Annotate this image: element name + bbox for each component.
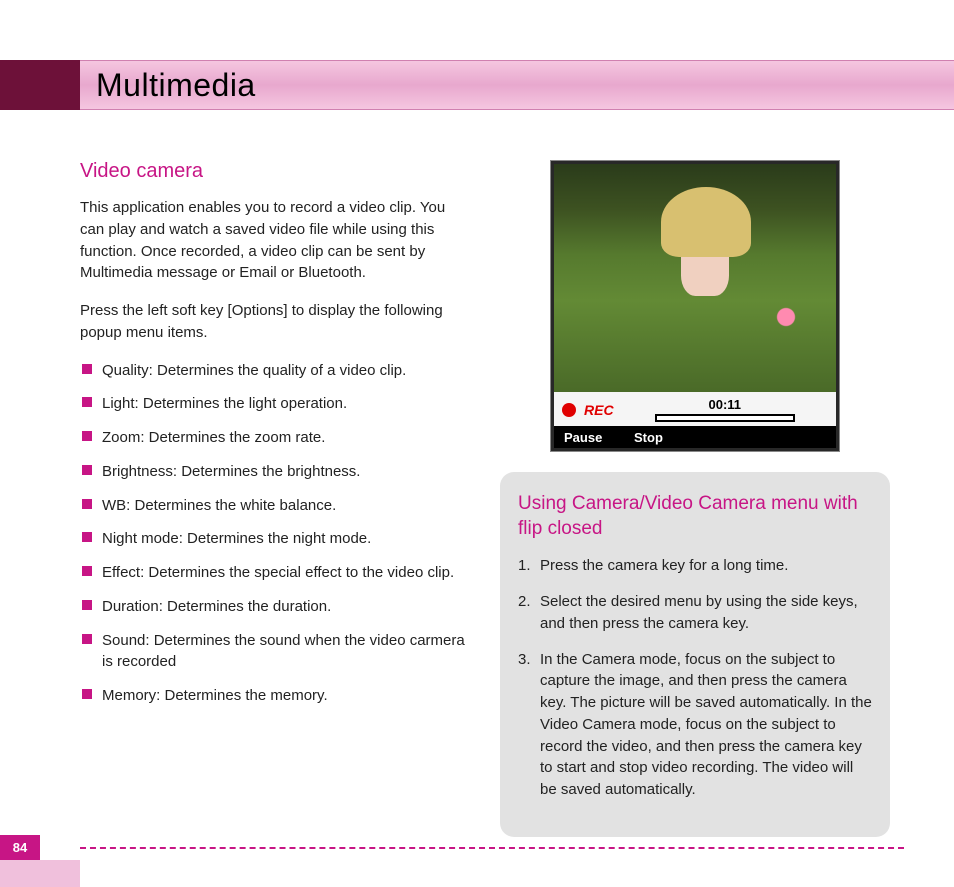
rec-label: REC [584, 402, 614, 418]
phone-screenshot: REC 00:11 Pause Stop [550, 160, 840, 452]
list-item: Sound: Determines the sound when the vid… [80, 630, 470, 674]
page-title: Multimedia [96, 67, 256, 104]
options-list: Quality: Determines the quality of a vid… [80, 360, 470, 707]
right-column: REC 00:11 Pause Stop Using Camera/Video … [500, 160, 890, 837]
rec-time-wrap: 00:11 [622, 397, 828, 422]
left-column: Video camera This application enables yo… [80, 160, 470, 837]
dotted-divider [80, 847, 904, 849]
list-item: Night mode: Determines the night mode. [80, 528, 470, 550]
list-item: Effect: Determines the special effect to… [80, 562, 470, 584]
phone-viewfinder-image [554, 164, 836, 392]
softkey-pause: Pause [554, 430, 614, 445]
list-item: Select the desired menu by using the sid… [518, 591, 872, 635]
list-item: Brightness: Determines the brightness. [80, 461, 470, 483]
banner-main: Multimedia [80, 60, 954, 110]
info-box-heading: Using Camera/Video Camera menu with flip… [518, 492, 872, 541]
title-banner: Multimedia [0, 60, 954, 110]
info-box: Using Camera/Video Camera menu with flip… [500, 472, 890, 837]
list-item: In the Camera mode, focus on the subject… [518, 649, 872, 801]
list-item: WB: Determines the white balance. [80, 495, 470, 517]
banner-accent [0, 60, 80, 110]
softkey-stop: Stop [614, 430, 836, 445]
section-heading-video-camera: Video camera [80, 160, 470, 183]
intro-paragraph: This application enables you to record a… [80, 197, 470, 284]
list-item: Quality: Determines the quality of a vid… [80, 360, 470, 382]
phone-softkey-bar: Pause Stop [554, 426, 836, 448]
record-icon [562, 403, 576, 417]
list-item: Zoom: Determines the zoom rate. [80, 427, 470, 449]
content-area: Video camera This application enables yo… [80, 160, 904, 837]
instruction-paragraph: Press the left soft key [Options] to dis… [80, 300, 470, 344]
list-item: Light: Determines the light operation. [80, 393, 470, 415]
page-number: 84 [0, 835, 40, 860]
list-item: Memory: Determines the memory. [80, 685, 470, 707]
steps-list: Press the camera key for a long time. Se… [518, 555, 872, 801]
footer-pink-strip [0, 860, 80, 887]
recording-status-bar: REC 00:11 [554, 392, 836, 427]
rec-time: 00:11 [709, 397, 742, 412]
flower-decor [771, 302, 801, 332]
list-item: Duration: Determines the duration. [80, 596, 470, 618]
rec-progress-bar [655, 414, 795, 422]
list-item: Press the camera key for a long time. [518, 555, 872, 577]
